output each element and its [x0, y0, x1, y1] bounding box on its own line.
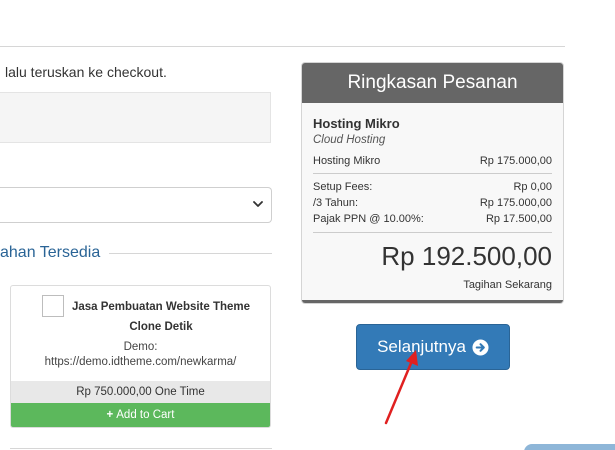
- add-to-cart-label: Add to Cart: [116, 409, 175, 421]
- addons-heading: ahan Tersedia: [0, 244, 101, 261]
- summary-fee-row: Pajak PPN @ 10.00%: Rp 17.500,00: [313, 213, 552, 225]
- fee-value: Rp 17.500,00: [485, 213, 552, 225]
- summary-bottom-bar: [302, 300, 563, 303]
- addon-demo-label: Demo:: [123, 341, 158, 353]
- addon-demo-url: https://demo.idtheme.com/newkarma/: [44, 356, 237, 368]
- plus-icon: +: [106, 409, 114, 421]
- fee-label: Pajak PPN @ 10.00%:: [313, 213, 424, 225]
- chevron-down-icon: [253, 201, 263, 207]
- billing-cycle-select[interactable]: [0, 187, 272, 223]
- summary-fee-row: Setup Fees: Rp 0,00: [313, 181, 552, 193]
- order-summary-body: Hosting Mikro Cloud Hosting Hosting Mikr…: [303, 103, 562, 297]
- addon-description: Demo: https://demo.idtheme.com/newkarma/: [11, 340, 270, 370]
- chat-widget-tab[interactable]: [524, 444, 615, 450]
- fee-label: Setup Fees:: [313, 181, 373, 193]
- fee-label: /3 Tahun:: [313, 197, 359, 209]
- summary-divider: [313, 232, 552, 233]
- summary-line-label: Hosting Mikro: [313, 155, 381, 167]
- summary-product-name: Hosting Mikro: [313, 116, 400, 131]
- addon-card: Jasa Pembuatan Website Theme Clone Detik…: [10, 285, 271, 428]
- checkout-instruction: lalu teruskan ke checkout.: [5, 64, 167, 80]
- next-button-label: Selanjutnya: [377, 337, 466, 356]
- summary-line-value: Rp 175.000,00: [479, 155, 552, 167]
- addon-checkbox[interactable]: [42, 295, 64, 317]
- addons-heading-divider: [109, 253, 272, 254]
- addon-title: Jasa Pembuatan Website Theme Clone Detik: [71, 301, 251, 333]
- add-to-cart-button[interactable]: + Add to Cart: [11, 403, 270, 427]
- summary-line-item: Hosting Mikro Rp 175.000,00: [313, 155, 552, 167]
- fee-value: Rp 175.000,00: [479, 197, 552, 209]
- addon-price: Rp 750.000,00 One Time: [11, 381, 270, 403]
- summary-total-label: Tagihan Sekarang: [463, 279, 552, 291]
- order-summary-title: Ringkasan Pesanan: [302, 63, 563, 103]
- summary-product-group: Cloud Hosting: [313, 134, 386, 146]
- arrow-circle-right-icon: [472, 338, 489, 356]
- top-divider: [0, 46, 565, 47]
- bottom-divider: [10, 448, 272, 449]
- summary-fee-row: /3 Tahun: Rp 175.000,00: [313, 197, 552, 209]
- domain-info-panel: [0, 92, 271, 143]
- order-summary-panel: Ringkasan Pesanan Hosting Mikro Cloud Ho…: [301, 62, 564, 304]
- summary-divider: [313, 173, 552, 174]
- summary-total: Rp 192.500,00: [381, 241, 552, 271]
- fee-value: Rp 0,00: [513, 181, 552, 193]
- next-button[interactable]: Selanjutnya: [356, 324, 510, 370]
